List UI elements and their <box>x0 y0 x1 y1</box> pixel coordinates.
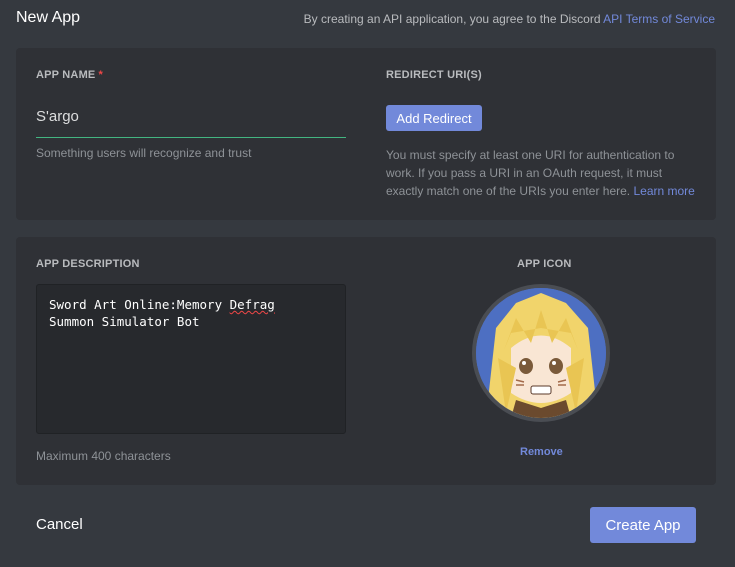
description-line1-pre: Sword Art Online:Memory <box>49 297 230 312</box>
redirect-uris-label: REDIRECT URI(S) <box>386 69 482 81</box>
redirect-help-body: You must specify at least one URI for au… <box>386 148 675 198</box>
app-details-card: APP NAME * S'argo Something users will re… <box>16 48 716 220</box>
remove-icon-link[interactable]: Remove <box>520 446 563 458</box>
app-icon-label: APP ICON <box>517 258 572 270</box>
cancel-button[interactable]: Cancel <box>36 516 83 533</box>
description-hint: Maximum 400 characters <box>36 449 171 463</box>
terms-notice: By creating an API application, you agre… <box>304 12 715 26</box>
app-description-label: APP DESCRIPTION <box>36 258 140 270</box>
app-icon-upload[interactable] <box>472 284 610 422</box>
learn-more-link[interactable]: Learn more <box>633 184 694 198</box>
terms-prefix: By creating an API application, you agre… <box>303 12 601 26</box>
app-description-textarea[interactable]: Sword Art Online:Memory Defrag Summon Si… <box>36 284 346 434</box>
app-icon-image <box>476 288 606 418</box>
create-app-button[interactable]: Create App <box>590 507 696 543</box>
required-mark: * <box>98 69 103 81</box>
app-description-card: APP DESCRIPTION Sword Art Online:Memory … <box>16 237 716 485</box>
avatar-illustration <box>476 288 606 418</box>
terms-link[interactable]: API Terms of Service <box>603 12 715 26</box>
description-misspelled-word: Defrag <box>229 297 275 312</box>
add-redirect-button[interactable]: Add Redirect <box>386 105 482 131</box>
redirect-help-text: You must specify at least one URI for au… <box>386 146 701 200</box>
app-name-label-text: APP NAME <box>36 69 96 81</box>
description-line2: Summon Simulator Bot <box>49 314 200 329</box>
app-name-hint: Something users will recognize and trust <box>36 146 252 160</box>
app-name-label: APP NAME * <box>36 69 103 81</box>
page-title: New App <box>16 9 81 26</box>
app-name-input[interactable]: S'argo <box>36 102 346 138</box>
